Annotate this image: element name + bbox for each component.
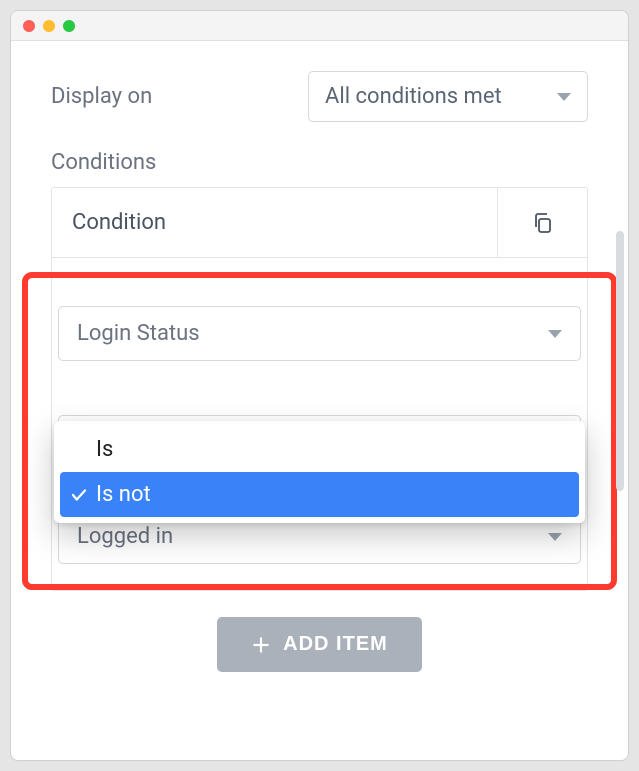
- conditions-label: Conditions: [51, 150, 588, 175]
- copy-icon: [531, 211, 555, 235]
- content-panel: Display on All conditions met Conditions…: [11, 41, 628, 760]
- operator-option-is[interactable]: Is: [60, 427, 579, 472]
- window-maximize-button[interactable]: [63, 20, 75, 32]
- condition-field-select[interactable]: Login Status: [58, 306, 581, 361]
- conditions-table: Condition Login Status: [51, 187, 588, 591]
- display-on-value: All conditions met: [325, 84, 502, 109]
- display-on-select[interactable]: All conditions met: [308, 71, 588, 122]
- add-item-label: ADD ITEM: [283, 633, 388, 656]
- condition-value-text: Logged in: [77, 524, 173, 549]
- window-close-button[interactable]: [23, 20, 35, 32]
- conditions-table-header: Condition: [52, 188, 587, 258]
- display-on-label: Display on: [51, 84, 152, 109]
- check-icon: [70, 486, 96, 504]
- caret-down-icon: [548, 330, 562, 338]
- caret-down-icon: [548, 533, 562, 541]
- duplicate-button[interactable]: [497, 188, 587, 257]
- window-minimize-button[interactable]: [43, 20, 55, 32]
- plus-icon: [251, 635, 271, 655]
- app-window: Display on All conditions met Conditions…: [10, 10, 629, 761]
- caret-down-icon: [557, 93, 571, 101]
- operator-select-wrap: Is Is not: [58, 415, 581, 471]
- operator-option-label: Is: [96, 437, 113, 462]
- condition-field-value: Login Status: [77, 321, 200, 346]
- display-on-row: Display on All conditions met: [51, 71, 588, 122]
- window-titlebar: [11, 11, 628, 41]
- scrollbar-thumb[interactable]: [616, 231, 624, 491]
- scrollbar-track[interactable]: [616, 231, 624, 551]
- add-item-button[interactable]: ADD ITEM: [217, 617, 422, 672]
- operator-dropdown-popup: Is Is not: [54, 421, 585, 523]
- condition-editor-highlight: Login Status Is: [22, 272, 617, 590]
- operator-option-label: Is not: [96, 482, 151, 507]
- operator-option-is-not[interactable]: Is not: [60, 472, 579, 517]
- condition-column-header: Condition: [52, 188, 497, 257]
